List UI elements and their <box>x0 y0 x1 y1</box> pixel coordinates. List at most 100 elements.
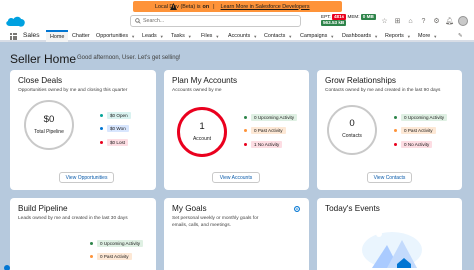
card-subtitle: Leads owned by me and created in the las… <box>18 216 128 221</box>
tab-files[interactable]: Files ▼ <box>201 30 219 42</box>
avatar[interactable] <box>458 16 468 26</box>
legend-item: $0 Lost <box>100 139 129 146</box>
card-title: Build Pipeline <box>18 204 68 213</box>
card-subtitle: Contacts owned by me and created in the … <box>325 88 441 93</box>
legend-label: 0 No Activity <box>401 141 433 148</box>
legend-label: $0 Open <box>107 112 131 119</box>
tab-tasks[interactable]: Tasks ▼ <box>171 30 192 42</box>
tab-more[interactable]: More ▼ <box>418 30 437 42</box>
dev-banner: Local Dev (Beta) is on | Learn More in S… <box>0 0 474 13</box>
bell-icon[interactable]: 🔔︎ <box>445 17 454 26</box>
build-pipeline-card: Build Pipeline Leads owned by me and cre… <box>10 198 156 270</box>
legend-label: $0 Won <box>107 125 129 132</box>
tab-label: Reports <box>385 33 404 39</box>
ept-label: EPT: <box>321 14 331 19</box>
banner-status: on <box>202 3 210 10</box>
legend-item: 0 Upcoming Activity <box>244 114 298 121</box>
legend-item: $0 Won <box>100 125 129 132</box>
legend-label: 0 Upcoming Activity <box>251 114 298 121</box>
legend-label: 0 Past Activity <box>97 253 132 260</box>
legend-label: 1 No Activity <box>251 141 283 148</box>
chevron-down-icon[interactable]: ▼ <box>407 34 411 39</box>
global-search[interactable]: Search... <box>130 15 301 27</box>
card-title: Plan My Accounts <box>172 76 238 85</box>
tab-leads[interactable]: Leads ▼ <box>142 30 164 42</box>
tab-label: Dashboards <box>342 33 372 39</box>
ring-value: 0 <box>349 118 355 129</box>
tab-home[interactable]: Home <box>46 30 69 42</box>
legend-label: 0 Past Activity <box>401 127 436 134</box>
nav-bar: Sales Home Chatter Opportunities ▼ Leads ▼… <box>0 30 474 42</box>
tab-label: Chatter <box>72 33 90 39</box>
tab-opportunities[interactable]: Opportunities ▼ <box>96 30 135 42</box>
tab-label: Contacts <box>264 33 286 39</box>
tab-label: Home <box>50 34 65 40</box>
tab-label: Opportunities <box>96 33 129 39</box>
ring-value: $0 <box>43 114 55 125</box>
chevron-down-icon[interactable]: ▼ <box>160 34 164 39</box>
tab-dashboards[interactable]: Dashboards ▼ <box>342 30 378 42</box>
chevron-down-icon[interactable]: ▼ <box>330 34 334 39</box>
learn-more-link[interactable]: Learn More in Salesforce Developers <box>221 4 310 10</box>
tab-campaigns[interactable]: Campaigns ▼ <box>300 30 334 42</box>
edit-nav-icon[interactable]: ✎ <box>458 30 463 42</box>
chevron-down-icon[interactable]: ▼ <box>131 34 135 39</box>
legend-item: 0 Upcoming Activity <box>394 114 448 121</box>
card-subtitle: Opportunities owned by me and closing th… <box>18 88 128 93</box>
legend-label: 0 Upcoming Activity <box>97 240 144 247</box>
contacts-ring: 0 Contacts <box>327 105 377 155</box>
goals-settings-gear-icon[interactable] <box>293 205 301 213</box>
legend-item: 0 No Activity <box>394 141 433 148</box>
tab-chatter[interactable]: Chatter <box>72 30 90 42</box>
legend-item: $0 Open <box>100 112 131 119</box>
search-icon <box>135 18 141 24</box>
tab-label: Files <box>201 33 213 39</box>
app-name: Sales <box>23 32 40 39</box>
chevron-down-icon[interactable]: ▼ <box>188 34 192 39</box>
view-opportunities-button[interactable]: View Opportunities <box>59 172 114 183</box>
chevron-down-icon[interactable]: ▼ <box>433 34 437 39</box>
legend-item: 0 Past Activity <box>244 127 286 134</box>
ring-label: Total Pipeline <box>34 129 64 135</box>
ring-label: Account <box>192 136 212 142</box>
legend-item: 0 Upcoming Activity <box>90 240 144 247</box>
card-title: Close Deals <box>18 76 63 85</box>
view-contacts-button[interactable]: View Contacts <box>367 172 412 183</box>
utility-bar-icon[interactable] <box>0 262 30 270</box>
chevron-down-icon[interactable]: ▼ <box>374 34 378 39</box>
card-title: My Goals <box>172 204 207 213</box>
plan-accounts-card: Plan My Accounts Accounts owned by me 1 … <box>164 70 309 190</box>
chevron-down-icon[interactable]: ▼ <box>215 34 219 39</box>
salesforce-cloud-logo[interactable] <box>4 14 27 30</box>
view-accounts-button[interactable]: View Accounts <box>212 172 260 183</box>
tab-contacts[interactable]: Contacts ▼ <box>264 30 292 42</box>
help-icon[interactable]: ? <box>419 17 428 26</box>
ring-label: Contacts <box>342 133 362 139</box>
chevron-down-icon[interactable]: ▼ <box>253 34 257 39</box>
app-launcher-icon[interactable] <box>10 33 17 40</box>
banner-separator: | <box>213 3 215 10</box>
local-dev-notice: Local Dev (Beta) is on | Learn More in S… <box>133 1 342 12</box>
legend-label: 0 Past Activity <box>251 127 286 134</box>
legend-item: 0 Past Activity <box>90 253 132 260</box>
tab-reports[interactable]: Reports ▼ <box>385 30 411 42</box>
legend-item: 1 No Activity <box>244 141 283 148</box>
header-icons: ☆ ⊞ ⌂ ? ⚙ 🔔︎ <box>380 16 468 26</box>
settings-gear-icon[interactable]: ⚙ <box>432 17 441 26</box>
tab-label: More <box>418 33 431 39</box>
my-goals-card: My Goals Set personal weekly or monthly … <box>164 198 309 270</box>
close-deals-card: Close Deals Opportunities owned by me an… <box>10 70 156 190</box>
greeting: Good afternoon, User. Let's get selling! <box>77 55 181 61</box>
events-illustration-icon <box>362 231 422 268</box>
size-value: 563.53 kB <box>321 20 347 26</box>
chevron-down-icon[interactable]: ▼ <box>288 34 292 39</box>
pipeline-ring: $0 Total Pipeline <box>24 100 74 150</box>
add-icon[interactable]: ⊞ <box>393 17 402 26</box>
star-icon[interactable]: ☆ <box>380 17 389 26</box>
mem-value: 0 MB <box>360 14 376 20</box>
setup-icon[interactable]: ⌂ <box>406 17 415 26</box>
perf-metrics: EPT: 481s MEM: 0 MB 563.53 kB <box>321 14 378 26</box>
card-title: Grow Relationships <box>325 76 396 85</box>
mem-label: MEM: <box>347 14 360 19</box>
tab-accounts[interactable]: Accounts ▼ <box>228 30 257 42</box>
